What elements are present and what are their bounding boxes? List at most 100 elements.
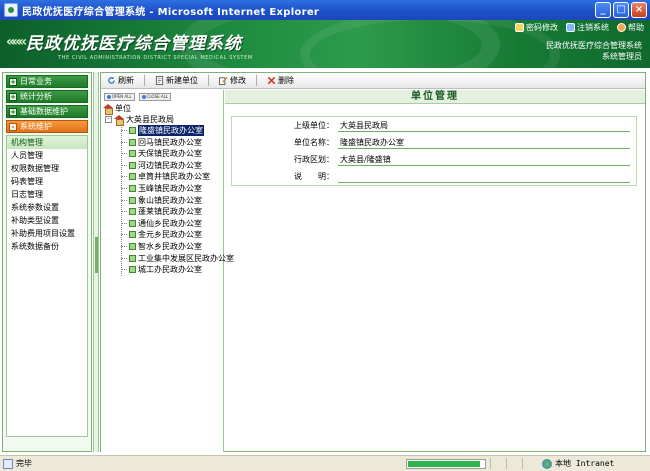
tree-node[interactable]: 工业集中发展区民政办公室 xyxy=(121,253,234,264)
submenu-item[interactable]: 日志管理 xyxy=(7,188,87,201)
tree-node[interactable]: 通仙乡民政办公室 xyxy=(121,218,202,229)
close-all-button[interactable]: CLOSE ALL xyxy=(138,93,172,101)
tree-connector xyxy=(121,246,127,247)
tree-node[interactable]: 金元乡民政办公室 xyxy=(121,229,202,240)
tree-connector xyxy=(121,164,127,166)
submenu-item[interactable]: 人员管理 xyxy=(7,149,87,162)
left-navigation: + 日常业务 + 统计分析 + 基础数据维护 - 系统维护 机构管理 人员管理 … xyxy=(2,72,92,452)
tree-node-label: 河边镇民政办公室 xyxy=(138,160,202,170)
logout-link[interactable]: 注销系统 xyxy=(566,22,609,33)
logout-icon xyxy=(566,23,575,32)
node-icon xyxy=(129,127,136,134)
node-icon xyxy=(129,185,136,192)
submenu-item[interactable]: 补助类型设置 xyxy=(7,214,87,227)
ie-icon xyxy=(4,3,18,17)
close-all-label: CLOSE ALL xyxy=(146,94,169,99)
key-icon xyxy=(515,23,524,32)
submenu-list: 机构管理 人员管理 权限数据管理 码表管理 日志管理 系统参数设置 补助类型设置… xyxy=(6,135,88,437)
tree-node-label: 象山镇民政办公室 xyxy=(138,195,202,205)
tree-connector xyxy=(121,141,127,143)
node-icon xyxy=(129,150,136,158)
open-icon xyxy=(107,95,111,99)
change-password-link[interactable]: 密码修改 xyxy=(515,22,558,33)
close-button[interactable]: × xyxy=(631,2,647,18)
node-icon xyxy=(129,161,136,169)
tree-node[interactable]: 卓筒井镇民政办公室 xyxy=(121,171,210,182)
tree-node-label: 蓬莱镇民政办公室 xyxy=(138,207,202,217)
tree-connector xyxy=(121,222,127,224)
delete-label: 删除 xyxy=(278,76,294,85)
toolbar-separator xyxy=(144,75,145,86)
delete-button[interactable]: 删除 xyxy=(267,75,294,86)
tree-node[interactable]: 河边镇民政办公室 xyxy=(121,160,202,171)
status-cell xyxy=(490,458,506,469)
tree-node-label: 卓筒井镇民政办公室 xyxy=(138,172,210,182)
tree-connector xyxy=(121,153,127,155)
window-title: 民政优抚医疗综合管理系统 - Microsoft Internet Explor… xyxy=(22,6,320,18)
page-icon xyxy=(3,458,13,469)
building-icon xyxy=(114,115,124,126)
tree-node[interactable]: 回马镇民政办公室 xyxy=(121,137,202,148)
expand-icon: + xyxy=(9,77,17,86)
open-all-button[interactable]: OPEN ALL xyxy=(104,93,135,101)
logout-label: 注销系统 xyxy=(577,23,609,32)
tree-node[interactable]: 蓬莱镇民政办公室 xyxy=(121,206,202,217)
form-row-description: 说 明： xyxy=(232,168,636,185)
status-cell xyxy=(522,458,538,469)
tree-root[interactable]: 单位 xyxy=(103,103,131,115)
node-icon xyxy=(129,173,136,181)
unit-tree: OPEN ALL CLOSE ALL 单位 - 大英县民政局 隆盛镇民政办公室回… xyxy=(101,90,234,452)
submenu-item[interactable]: 补助费用项目设置 xyxy=(7,227,87,240)
tree-node-label: 回马镇民政办公室 xyxy=(138,137,202,147)
collapse-icon[interactable]: - xyxy=(105,116,112,123)
panel-title: 单位管理 xyxy=(225,90,645,104)
tree-node[interactable]: 隆盛镇民政办公室 xyxy=(121,125,204,136)
help-link[interactable]: 帮助 xyxy=(617,22,644,33)
submenu-item[interactable]: 机构管理 xyxy=(7,136,87,149)
menu-daily-business[interactable]: + 日常业务 xyxy=(6,75,88,88)
region-label: 行政区划： xyxy=(294,155,334,164)
submenu-item[interactable]: 码表管理 xyxy=(7,175,87,188)
edit-label: 修改 xyxy=(230,76,246,85)
tree-connector xyxy=(121,211,127,213)
system-subtitle: THE CIVIL ADMINISTRATION DISTRICT SPECIA… xyxy=(58,55,253,61)
form-row-unit-name: 单位名称： 隆盛镇民政办公室 xyxy=(232,134,636,151)
submenu-item[interactable]: 权限数据管理 xyxy=(7,162,87,175)
tree-node[interactable]: 象山镇民政办公室 xyxy=(121,195,202,206)
maximize-button[interactable]: □ xyxy=(613,2,629,18)
app-banner: ««« 民政优抚医疗综合管理系统 THE CIVIL ADMINISTRATIO… xyxy=(0,20,650,68)
submenu-item[interactable]: 系统参数设置 xyxy=(7,201,87,214)
splitter-grip[interactable] xyxy=(95,237,98,273)
tree-node[interactable]: 天保镇民政办公室 xyxy=(121,148,202,159)
minimize-button[interactable]: _ xyxy=(595,2,611,18)
top-links: 密码修改 注销系统 帮助 xyxy=(515,22,644,33)
menu-statistics[interactable]: + 统计分析 xyxy=(6,90,88,103)
edit-button[interactable]: 修改 xyxy=(219,75,246,86)
new-unit-button[interactable]: 新建单位 xyxy=(155,75,198,86)
tree-node[interactable]: 玉峰镇民政办公室 xyxy=(121,183,202,194)
toolbar-separator xyxy=(208,75,209,86)
tree-node[interactable]: 智水乡民政办公室 xyxy=(121,241,202,252)
refresh-button[interactable]: 刷新 xyxy=(107,75,134,86)
node-icon xyxy=(129,196,136,204)
menu-system-maintenance[interactable]: - 系统维护 xyxy=(6,120,88,133)
nav-splitter[interactable] xyxy=(93,72,99,452)
tree-connector xyxy=(121,130,127,131)
tree-node-label: 天保镇民政办公室 xyxy=(138,149,202,159)
tree-node[interactable]: 城工办民政办公室 xyxy=(121,264,202,275)
tree-node-label: 玉峰镇民政办公室 xyxy=(138,184,202,193)
submenu-item[interactable]: 系统数据备份 xyxy=(7,240,87,253)
tree-node-label: 通仙乡民政办公室 xyxy=(138,218,202,228)
tree-county-label: 大英县民政局 xyxy=(126,115,174,124)
delete-icon xyxy=(267,76,276,85)
refresh-icon xyxy=(108,76,115,84)
help-icon xyxy=(617,23,626,32)
tree-node-label: 隆盛镇民政办公室 xyxy=(138,125,204,136)
tree-county-node[interactable]: - 大英县民政局 xyxy=(105,114,174,126)
node-icon xyxy=(129,138,136,146)
new-unit-label: 新建单位 xyxy=(166,76,198,85)
system-name: 民政优抚医疗综合管理系统 xyxy=(546,41,642,50)
tree-node-label: 金元乡民政办公室 xyxy=(138,230,202,240)
menu-basic-data[interactable]: + 基础数据维护 xyxy=(6,105,88,118)
new-document-icon xyxy=(155,76,164,85)
